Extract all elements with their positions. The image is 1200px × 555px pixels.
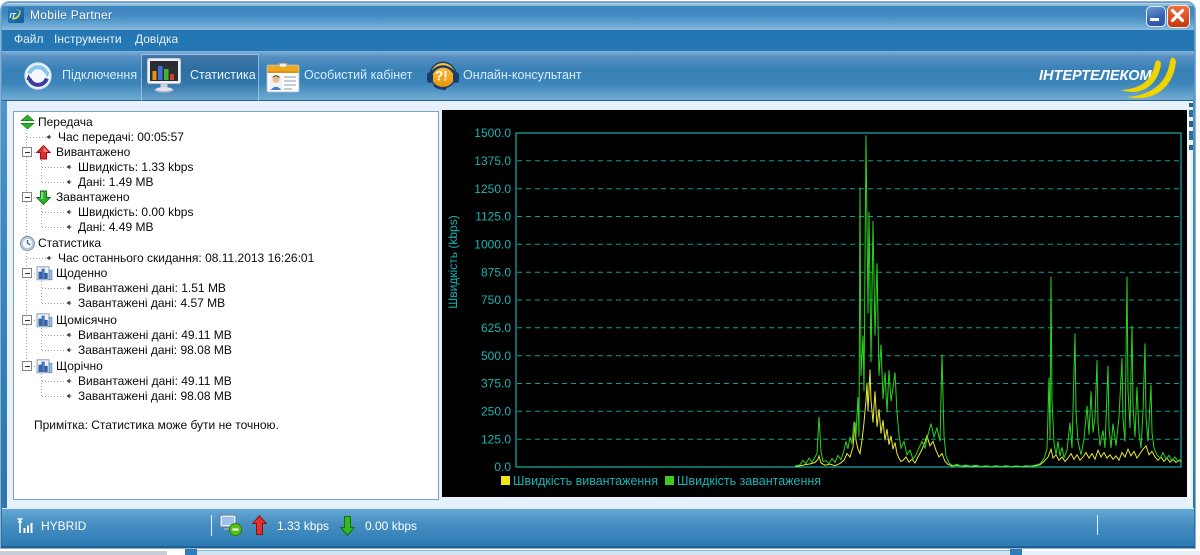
svg-text:1000.0: 1000.0 <box>474 238 511 252</box>
svg-text:Швидкість (kbps): Швидкість (kbps) <box>446 215 460 308</box>
svg-text:1250.0: 1250.0 <box>474 182 511 196</box>
svg-text:875.0: 875.0 <box>481 265 511 279</box>
svg-text:1375.0: 1375.0 <box>474 154 511 168</box>
svg-text:1125.0: 1125.0 <box>475 210 511 224</box>
svg-text:Швидкість завантаження: Швидкість завантаження <box>677 474 821 488</box>
svg-text:0.0: 0.0 <box>494 460 511 474</box>
svg-text:750.0: 750.0 <box>481 293 511 307</box>
svg-text:1500.0: 1500.0 <box>474 126 511 140</box>
svg-text:Швидкість вивантаження: Швидкість вивантаження <box>513 474 658 488</box>
svg-text:500.0: 500.0 <box>481 349 511 363</box>
svg-text:?!: ?! <box>435 69 448 84</box>
svg-text:375.0: 375.0 <box>481 377 511 391</box>
svg-text:250.0: 250.0 <box>481 405 511 419</box>
svg-text:125.0: 125.0 <box>481 432 511 446</box>
svg-text:625.0: 625.0 <box>481 321 511 335</box>
